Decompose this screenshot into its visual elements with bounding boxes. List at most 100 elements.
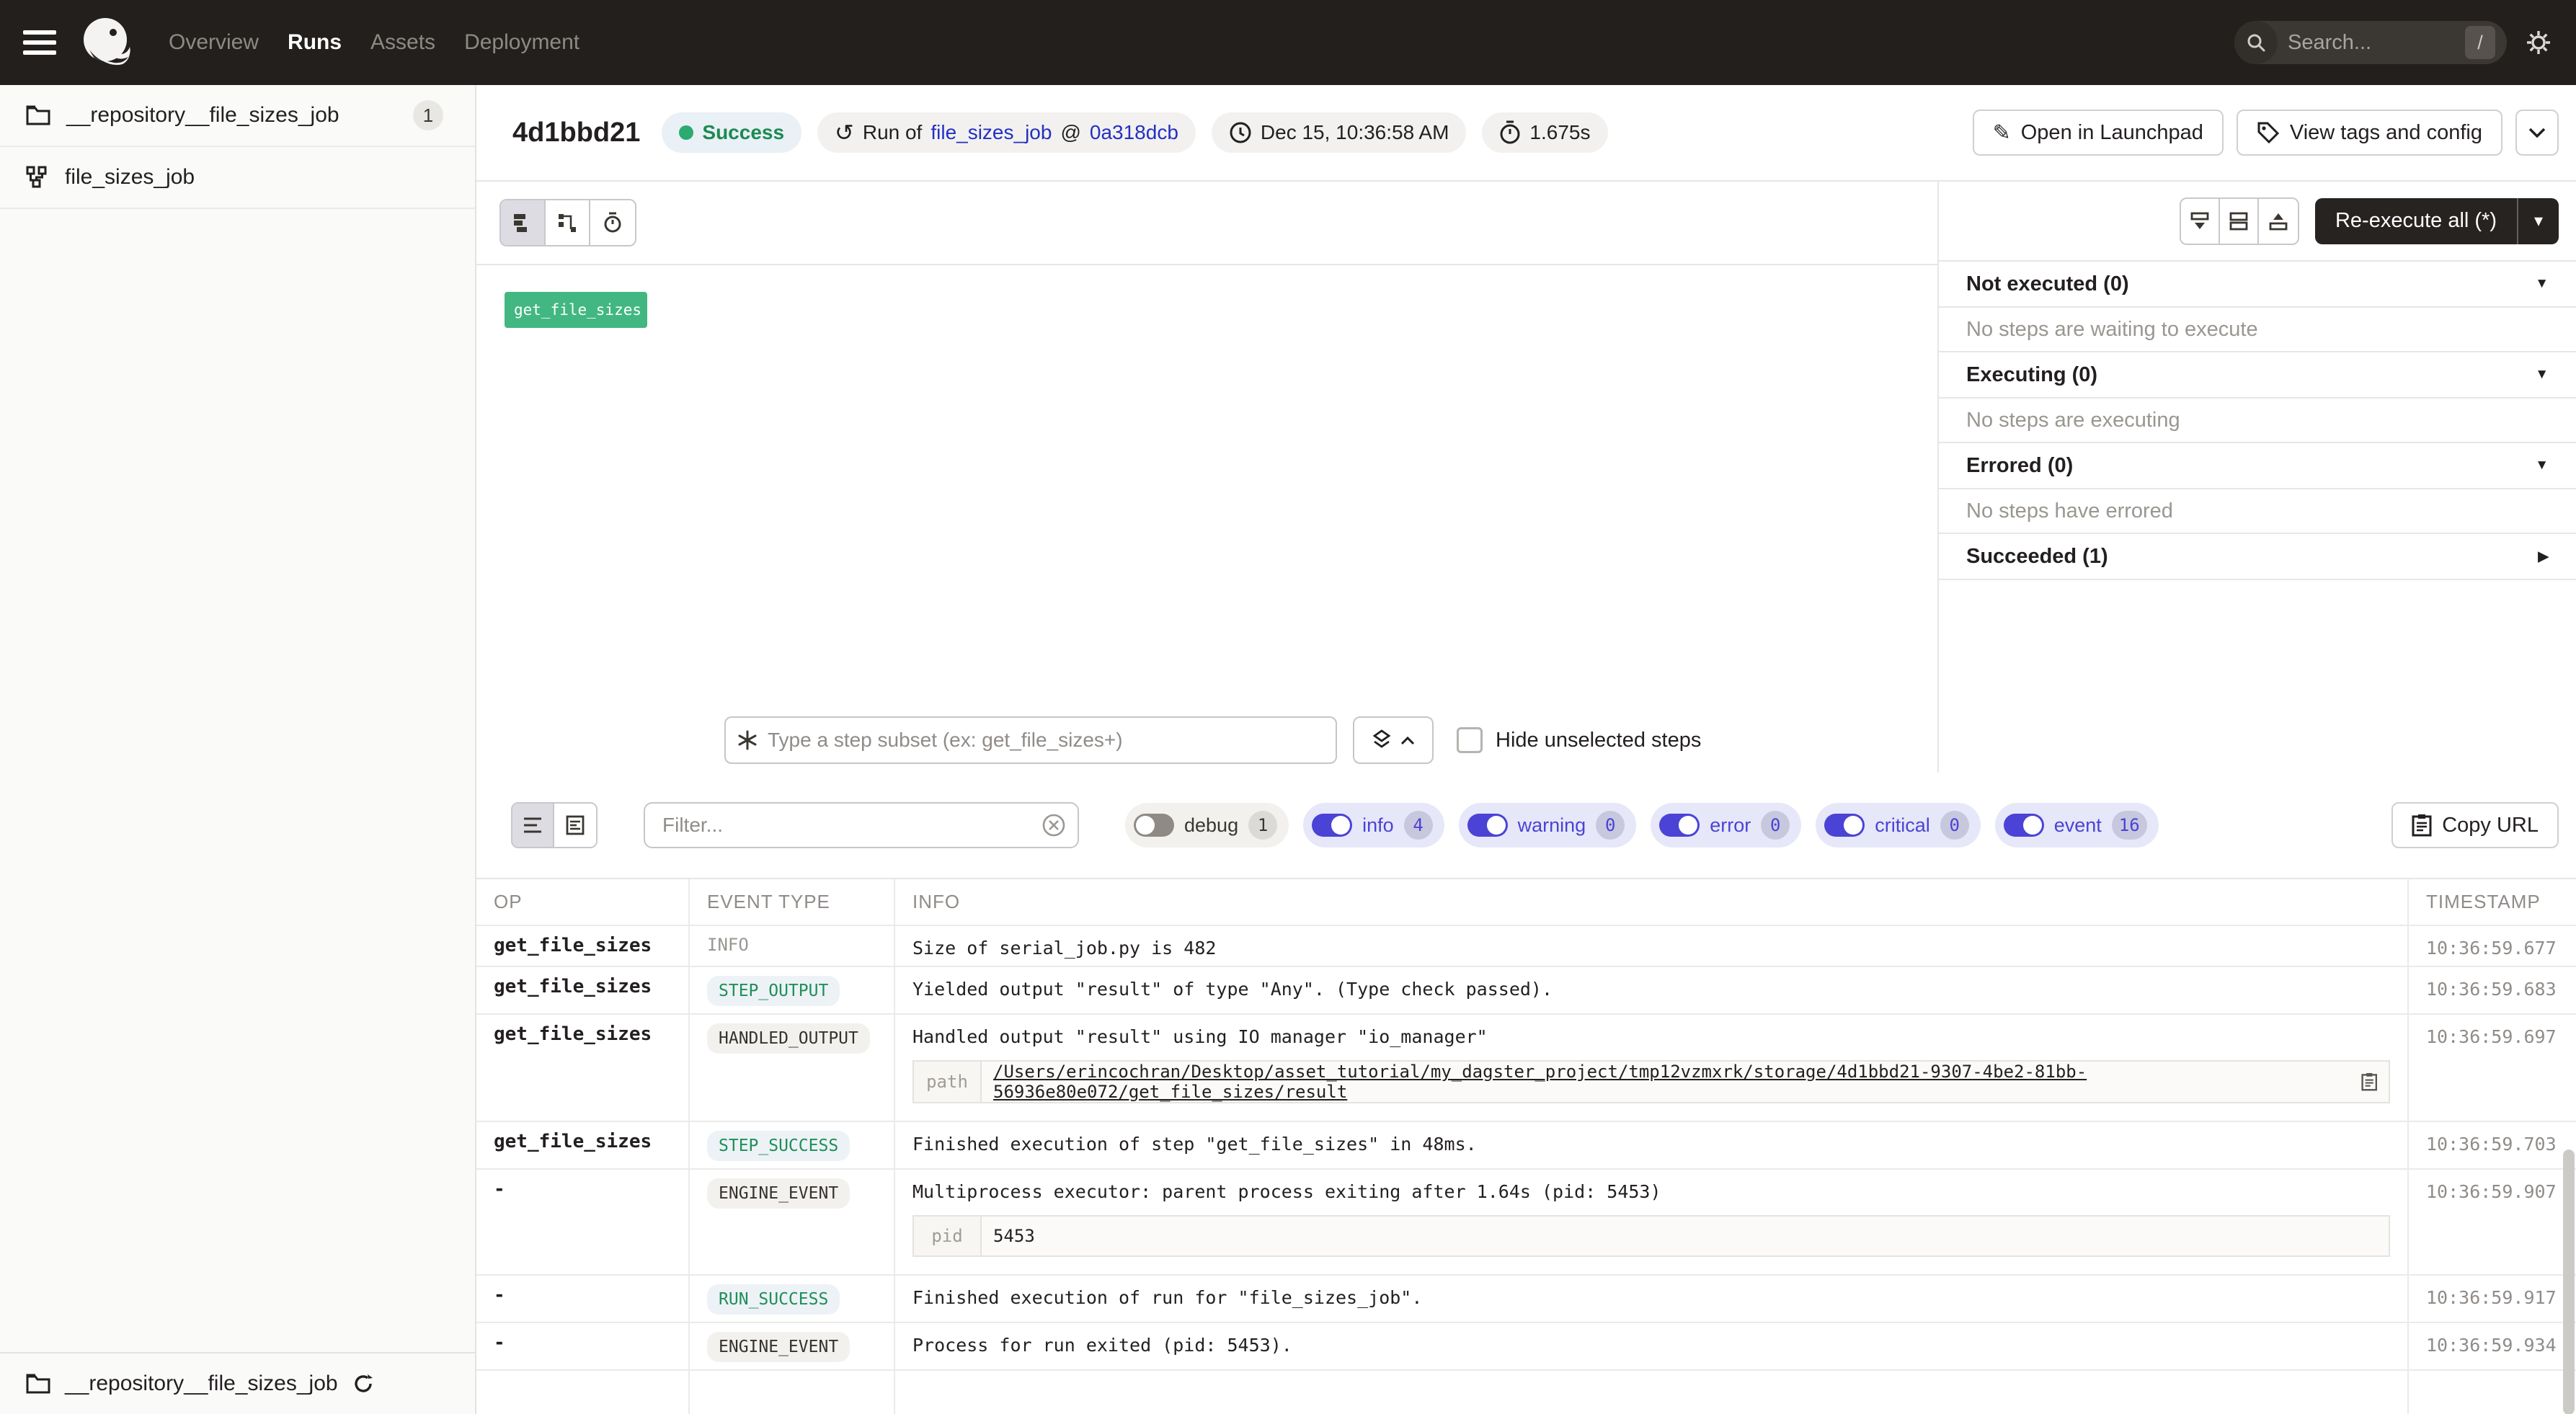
- log-timestamp: 10:36:59.697: [2409, 1015, 2576, 1121]
- warning-count-badge: 0: [1596, 811, 1625, 840]
- panel-top-icon: [2268, 211, 2288, 231]
- log-info: Size of serial_job.py is 482: [895, 926, 2409, 966]
- debug-count-badge: 1: [1248, 811, 1277, 840]
- log-row[interactable]: get_file_sizes INFO Size of serial_job.p…: [476, 926, 2576, 967]
- log-row[interactable]: get_file_sizes HANDLED_OUTPUT Handled ou…: [476, 1015, 2576, 1122]
- toggle-event[interactable]: event 16: [1995, 803, 2159, 848]
- panel-split-icon: [2229, 211, 2249, 231]
- step-subset-icon: [736, 729, 759, 752]
- history-icon: ↺: [835, 119, 854, 146]
- toggle-warning[interactable]: warning 0: [1459, 803, 1637, 848]
- view-flat-button[interactable]: [501, 200, 546, 245]
- commit-link[interactable]: 0a318dcb: [1090, 121, 1178, 144]
- sidebar-item-repository[interactable]: __repository__file_sizes_job 1: [0, 85, 475, 147]
- gantt-canvas: get_file_sizes Hide: [476, 265, 1937, 773]
- sidebar-footer: __repository__file_sizes_job: [0, 1352, 475, 1414]
- sidebar-job-label: file_sizes_job: [65, 165, 195, 190]
- view-waterfall-button[interactable]: [546, 200, 590, 245]
- log-row[interactable]: get_file_sizes STEP_OUTPUT Yielded outpu…: [476, 967, 2576, 1015]
- toggle-switch-icon: [1467, 814, 1508, 837]
- run-id: 4d1bbd21: [512, 117, 640, 148]
- log-info: Yielded output "result" of type "Any". (…: [895, 967, 2409, 1013]
- hide-unselected-checkbox[interactable]: [1457, 727, 1483, 753]
- toggle-critical[interactable]: critical 0: [1816, 803, 1981, 848]
- log-op: get_file_sizes: [476, 1122, 690, 1168]
- log-list-view-button[interactable]: [512, 804, 554, 847]
- group-errored[interactable]: Errored (0) ▼: [1939, 443, 2576, 489]
- run-of-tag: ↺ Run of file_sizes_job @ 0a318dcb: [817, 112, 1196, 153]
- toggle-debug[interactable]: debug 1: [1125, 803, 1289, 848]
- view-timed-button[interactable]: [590, 200, 635, 245]
- gantt-step-get-file-sizes[interactable]: get_file_sizes: [505, 292, 647, 328]
- sidebar-footer-label: __repository__file_sizes_job: [65, 1371, 338, 1396]
- toggle-switch-icon: [1824, 814, 1865, 837]
- steps-panel: Re-execute all (*) ▾ Not executed (0) ▼ …: [1939, 182, 2576, 773]
- col-info: INFO: [895, 879, 2409, 925]
- job-link[interactable]: file_sizes_job: [931, 121, 1052, 144]
- search-input[interactable]: [2288, 31, 2446, 55]
- critical-count-badge: 0: [1940, 811, 1969, 840]
- log-structured-view-button[interactable]: [554, 804, 596, 847]
- flat-view-icon: [512, 213, 533, 233]
- nav-links: Overview Runs Assets Deployment: [169, 30, 579, 55]
- nav-item-overview[interactable]: Overview: [169, 30, 259, 55]
- success-dot-icon: [679, 125, 693, 140]
- event-count-badge: 16: [2112, 811, 2147, 840]
- reexecute-dropdown-caret[interactable]: ▾: [2517, 198, 2559, 244]
- metadata-key: path: [914, 1062, 982, 1102]
- view-tags-config-button[interactable]: View tags and config: [2237, 110, 2502, 156]
- group-executing[interactable]: Executing (0) ▼: [1939, 352, 2576, 399]
- sidebar-repo-label: __repository__file_sizes_job: [66, 103, 339, 128]
- nav-item-runs[interactable]: Runs: [288, 30, 342, 55]
- panel-bottom-button[interactable]: [2181, 199, 2220, 244]
- step-subset-input[interactable]: [724, 716, 1337, 764]
- copy-url-button[interactable]: Copy URL: [2391, 802, 2559, 848]
- log-timestamp: 10:36:59.677: [2409, 926, 2576, 966]
- nav-item-assets[interactable]: Assets: [370, 30, 435, 55]
- output-path-link[interactable]: /Users/erincochran/Desktop/asset_tutoria…: [993, 1062, 2350, 1102]
- group-not-executed[interactable]: Not executed (0) ▼: [1939, 262, 2576, 308]
- toggle-switch-icon: [1134, 814, 1174, 837]
- repo-count-badge: 1: [413, 100, 443, 130]
- group-succeeded[interactable]: Succeeded (1) ▶: [1939, 534, 2576, 580]
- group-errored-empty: No steps have errored: [1939, 489, 2576, 534]
- panel-top-button[interactable]: [2259, 199, 2298, 244]
- log-row[interactable]: get_file_sizes STEP_SUCCESS Finished exe…: [476, 1122, 2576, 1170]
- log-row[interactable]: - ENGINE_EVENT Process for run exited (p…: [476, 1323, 2576, 1371]
- menu-icon[interactable]: [23, 25, 56, 61]
- log-info: Handled output "result" using IO manager…: [912, 1026, 2407, 1047]
- log-timestamp: 10:36:59.907: [2409, 1170, 2576, 1274]
- dagster-logo-icon[interactable]: [79, 15, 134, 70]
- log-row[interactable]: - RUN_SUCCESS Finished execution of run …: [476, 1276, 2576, 1323]
- info-count-badge: 4: [1404, 811, 1433, 840]
- toggle-info[interactable]: info 4: [1303, 803, 1444, 848]
- caret-down-icon: ▼: [2535, 458, 2549, 473]
- log-scrollbar[interactable]: [2563, 1150, 2575, 1414]
- layers-icon: [1372, 729, 1392, 751]
- log-table-filler: [476, 1371, 2576, 1414]
- global-search[interactable]: /: [2234, 21, 2507, 64]
- nav-item-deployment[interactable]: Deployment: [464, 30, 579, 55]
- sidebar-item-job[interactable]: file_sizes_job: [0, 147, 475, 209]
- log-info: Finished execution of run for "file_size…: [895, 1276, 2409, 1322]
- toggle-error[interactable]: error 0: [1651, 803, 1801, 848]
- pid-value: 5453: [993, 1226, 1035, 1246]
- col-event-type: EVENT TYPE: [690, 879, 895, 925]
- reexecute-all-button[interactable]: Re-execute all (*) ▾: [2315, 198, 2559, 244]
- open-in-launchpad-button[interactable]: ✎ Open in Launchpad: [1973, 110, 2224, 156]
- gantt-pane: get_file_sizes Hide: [476, 182, 1939, 773]
- log-op: get_file_sizes: [476, 926, 690, 966]
- graph-query-options-button[interactable]: [1353, 716, 1434, 764]
- reload-icon[interactable]: [352, 1373, 374, 1395]
- clear-filter-icon[interactable]: [1041, 813, 1066, 837]
- log-row[interactable]: - ENGINE_EVENT Multiprocess executor: pa…: [476, 1170, 2576, 1276]
- log-op: -: [476, 1170, 690, 1274]
- run-actions-dropdown-button[interactable]: [2515, 110, 2559, 156]
- settings-gear-icon[interactable]: [2523, 27, 2554, 58]
- hide-unselected-label: Hide unselected steps: [1496, 729, 1701, 752]
- panel-split-button[interactable]: [2220, 199, 2259, 244]
- metadata-key: pid: [914, 1217, 982, 1255]
- log-filter-input[interactable]: [644, 802, 1079, 848]
- copy-path-icon[interactable]: [2361, 1072, 2377, 1092]
- caret-right-icon: ▶: [2538, 548, 2549, 565]
